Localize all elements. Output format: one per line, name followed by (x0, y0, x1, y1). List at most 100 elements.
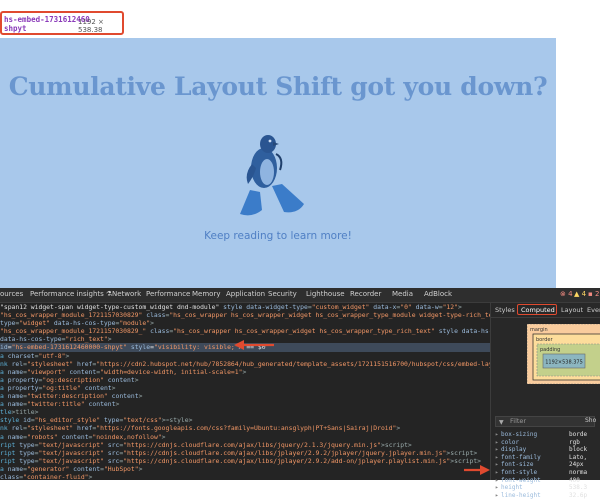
tab-adblock[interactable]: AdBlock (424, 290, 452, 298)
styles-sidebar: Styles Computed Layout Even margin borde… (490, 303, 600, 499)
computed-property-row[interactable]: ▸ line-height 32.6p (495, 492, 600, 499)
dom-node-line[interactable]: a name="twitter:title" content> (0, 400, 490, 408)
devtools-panel: ources Performance insights ⚗ Network Pe… (0, 288, 600, 499)
expand-arrow-icon[interactable]: ▸ (495, 439, 499, 447)
property-name: display (501, 446, 527, 454)
expand-arrow-icon[interactable]: ▸ (495, 461, 499, 469)
dom-node-line[interactable]: a property="og:description" content> (0, 376, 490, 384)
filter-placeholder: Filter (510, 417, 527, 425)
dom-node-line[interactable]: ript type="text/javascript" src="https:/… (0, 441, 490, 449)
tooltip-element-id-suffix: shpyt (4, 24, 27, 33)
tooltip-element-id: hs-embed-1731612460 (4, 15, 90, 24)
tooltip-dimensions: 1192 × 538.38 (78, 18, 104, 34)
tab-network[interactable]: Network (112, 290, 141, 298)
expand-arrow-icon[interactable]: ▸ (495, 431, 499, 439)
tab-sources[interactable]: ources (0, 290, 23, 298)
elements-dom-tree[interactable]: "span12 widget-span widget-type-custom_w… (0, 303, 490, 480)
penguin-illustration (240, 135, 304, 216)
error-count-badge[interactable]: ⊗ 4 (560, 290, 573, 298)
property-name: box-sizing (501, 431, 538, 438)
tab-performance-insights[interactable]: Performance insights ⚗ (30, 290, 112, 298)
dom-node-line[interactable]: ript type="text/javascript" src="https:/… (0, 457, 490, 465)
property-name: line-height (501, 491, 541, 499)
computed-property-row[interactable]: ▸ font-style norma (495, 469, 600, 477)
computed-property-row[interactable]: ▸ display block (495, 446, 600, 454)
property-name: height (501, 484, 523, 492)
property-name: font-weight (501, 476, 541, 484)
property-value: Lato, (569, 453, 588, 461)
dom-node-line[interactable]: a name="robots" content="noindex,nofollo… (0, 433, 490, 441)
hero-title: Cumulative Layout Shift got you down? (8, 72, 548, 101)
tab-layout[interactable]: Layout (561, 306, 583, 314)
dom-node-line[interactable]: type="widget" data-hs-cos-type="module"> (0, 319, 490, 327)
dom-node-line[interactable]: nk rel="stylesheet" href="https://cdn2.h… (0, 360, 490, 368)
dom-node-line[interactable]: "span12 widget-span widget-type-custom_w… (0, 303, 490, 311)
show-all-checkbox-label[interactable]: Sho (585, 417, 596, 424)
issue-count-badge[interactable]: ▪ 2 (588, 290, 599, 298)
sidebar-tab-bar: Styles Computed Layout Even (491, 303, 600, 318)
dom-node-line[interactable]: ript type="text/javascript" src="https:/… (0, 449, 490, 457)
tab-recorder[interactable]: Recorder (350, 290, 381, 298)
hero-subtitle: Keep reading to learn more! (204, 230, 352, 242)
expand-arrow-icon[interactable]: ▸ (495, 446, 499, 454)
property-name: font-style (501, 468, 538, 476)
filter-icon: ▼ (499, 419, 504, 426)
dom-node-line[interactable]: tle>title> (0, 408, 490, 416)
dom-node-line[interactable]: style id="hs_editor_style" type="text/cs… (0, 416, 490, 424)
expand-arrow-icon[interactable]: ▸ (495, 454, 499, 462)
dom-node-line[interactable]: a name="twitter:description" content> (0, 392, 490, 400)
tab-styles[interactable]: Styles (495, 306, 515, 314)
padding-label: padding (540, 347, 560, 353)
tab-application[interactable]: Application (226, 290, 265, 298)
computed-property-row[interactable]: ▸ font-weight 400 (495, 477, 600, 485)
expand-arrow-icon[interactable]: ▸ (495, 492, 499, 499)
margin-label: margin (530, 327, 548, 333)
expand-arrow-icon[interactable]: ▸ (495, 469, 499, 477)
tab-lighthouse[interactable]: Lighthouse (306, 290, 345, 298)
content-size-label: 1192×538.375 (545, 360, 583, 366)
property-value: block (569, 446, 588, 454)
dom-node-line[interactable]: "hs_cos_wrapper_module_1721157030829" cl… (0, 311, 490, 319)
computed-tab-highlight (517, 304, 557, 315)
property-name: color (501, 438, 520, 446)
expand-arrow-icon[interactable]: ▸ (495, 477, 499, 485)
page-right-margin (556, 38, 600, 288)
embed-hero-section: Cumulative Layout Shift got you down? Ke… (0, 38, 556, 288)
tab-media[interactable]: Media (392, 290, 413, 298)
border-label: border (536, 337, 553, 343)
property-name: font-size (501, 461, 534, 469)
arrow-annotation-property (464, 465, 490, 475)
expand-arrow-icon[interactable]: ▸ (495, 484, 499, 492)
computed-property-row[interactable]: ▸ box-sizing borde (495, 431, 600, 439)
property-value: 32.6p (569, 491, 588, 499)
dom-node-line[interactable]: class="container-fluid"> (0, 473, 490, 480)
property-name: font-family (501, 453, 541, 461)
computed-property-row[interactable]: ▸ font-size 24px (495, 461, 600, 469)
tab-memory[interactable]: Memory (192, 290, 220, 298)
devtools-tab-bar: ources Performance insights ⚗ Network Pe… (0, 288, 600, 303)
dom-node-line[interactable]: a charset="utf-8"> (0, 352, 490, 360)
dom-node-line[interactable]: a property="og:title" content> (0, 384, 490, 392)
computed-property-row[interactable]: ▸ color rgb (495, 439, 600, 447)
property-value: 24px (569, 461, 584, 469)
element-inspect-tooltip: hs-embed-1731612460 shpyt 1192 × 538.38 (0, 11, 124, 35)
property-value: norma (569, 468, 588, 476)
property-value: 538.3 (569, 484, 588, 492)
tab-security[interactable]: Security (268, 290, 297, 298)
tab-event-listeners[interactable]: Even (587, 306, 600, 314)
dom-node-line[interactable]: a name="generator" content="HubSpot"> (0, 465, 490, 473)
property-value: rgb (569, 438, 580, 446)
computed-property-row[interactable]: ▸ height 538.3 (495, 484, 600, 492)
computed-properties-list: ▸ box-sizing borde ▸ color rgb ▸ display block ▸ f… (495, 431, 600, 499)
warning-count-badge[interactable]: ▲ 4 (574, 290, 586, 298)
dom-node-line[interactable]: nk rel="stylesheet" href="https://fonts.… (0, 424, 490, 432)
computed-filter-input[interactable]: ▼ Filter (495, 416, 595, 427)
property-value: borde (569, 431, 588, 438)
dom-node-line[interactable]: "hs_cos_wrapper_module_1721157030829_" c… (0, 327, 490, 335)
tab-performance[interactable]: Performance (146, 290, 190, 298)
property-value: 400 (569, 476, 580, 484)
dom-node-line[interactable]: a name="viewport" content="width=device-… (0, 368, 490, 376)
arrow-annotation-dom (234, 340, 274, 350)
computed-property-row[interactable]: ▸ font-family Lato, (495, 454, 600, 462)
box-model-diagram: margin border padding 1192×538.375 (527, 324, 600, 384)
